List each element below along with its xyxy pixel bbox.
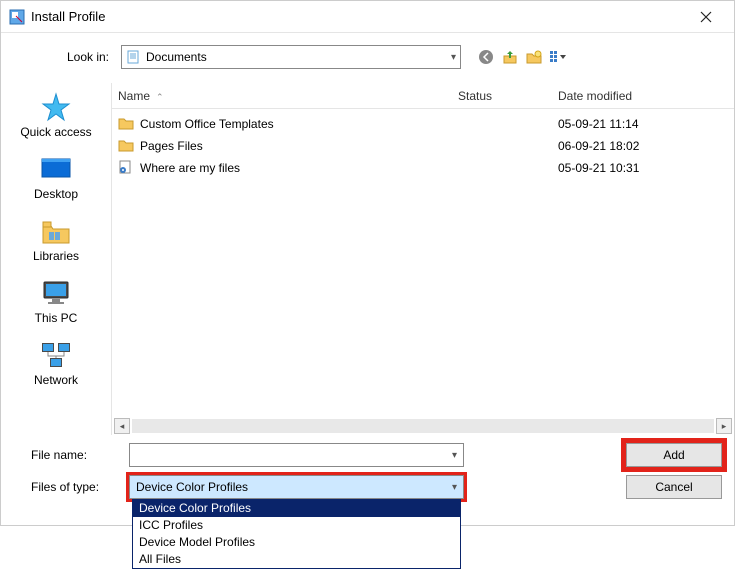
app-icon bbox=[9, 9, 25, 25]
file-date: 05-09-21 10:31 bbox=[558, 161, 728, 175]
file-row[interactable]: Custom Office Templates 05-09-21 11:14 bbox=[118, 113, 728, 135]
filetype-value: Device Color Profiles bbox=[136, 480, 248, 494]
file-row[interactable]: Pages Files 06-09-21 18:02 bbox=[118, 135, 728, 157]
file-list[interactable]: Custom Office Templates 05-09-21 11:14 Pag… bbox=[112, 109, 734, 417]
file-name: Where are my files bbox=[140, 161, 458, 175]
file-date: 05-09-21 11:14 bbox=[558, 117, 728, 131]
place-network[interactable]: Network bbox=[1, 339, 111, 387]
places-bar: Quick access Desktop Libraries This PC N… bbox=[1, 83, 111, 435]
file-name: Custom Office Templates bbox=[140, 117, 458, 131]
close-button[interactable] bbox=[686, 3, 726, 31]
documents-icon bbox=[126, 49, 142, 65]
filetype-label: Files of type: bbox=[11, 480, 129, 494]
chevron-down-icon: ▾ bbox=[451, 52, 456, 63]
lookin-toolbar bbox=[477, 48, 567, 66]
view-menu-icon[interactable] bbox=[549, 48, 567, 66]
filetype-combo[interactable]: Device Color Profiles ▾ bbox=[129, 475, 464, 499]
folder-icon bbox=[118, 115, 136, 133]
list-header[interactable]: Name ⌃ Status Date modified bbox=[112, 83, 734, 109]
chevron-down-icon: ▾ bbox=[452, 450, 457, 461]
window-title: Install Profile bbox=[31, 9, 686, 24]
desktop-icon bbox=[37, 153, 75, 185]
back-icon[interactable] bbox=[477, 48, 495, 66]
place-quick-access[interactable]: Quick access bbox=[1, 91, 111, 139]
libraries-icon bbox=[37, 215, 75, 247]
filename-input[interactable]: ▾ bbox=[129, 443, 464, 467]
file-list-pane: Name ⌃ Status Date modified Custom Office… bbox=[111, 83, 734, 435]
place-desktop[interactable]: Desktop bbox=[1, 153, 111, 201]
lookin-row: Look in: Documents ▾ bbox=[1, 33, 734, 83]
folder-icon bbox=[118, 137, 136, 155]
network-icon bbox=[37, 339, 75, 371]
filetype-option[interactable]: All Files bbox=[133, 551, 460, 568]
this-pc-icon bbox=[37, 277, 75, 309]
filename-label: File name: bbox=[11, 448, 129, 462]
file-date: 06-09-21 18:02 bbox=[558, 139, 728, 153]
place-this-pc[interactable]: This PC bbox=[1, 277, 111, 325]
lookin-combo[interactable]: Documents ▾ bbox=[121, 45, 461, 69]
scroll-track[interactable] bbox=[132, 419, 714, 433]
title-bar: Install Profile bbox=[1, 1, 734, 33]
col-date[interactable]: Date modified bbox=[558, 89, 728, 103]
col-name[interactable]: Name bbox=[118, 89, 150, 103]
file-icon bbox=[118, 159, 136, 177]
lookin-label: Look in: bbox=[11, 50, 121, 64]
chevron-down-icon: ▾ bbox=[452, 482, 457, 493]
cancel-button[interactable]: Cancel bbox=[626, 475, 722, 499]
file-row[interactable]: Where are my files 05-09-21 10:31 bbox=[118, 157, 728, 179]
filetype-option[interactable]: Device Color Profiles bbox=[133, 500, 460, 517]
filetype-option[interactable]: Device Model Profiles bbox=[133, 534, 460, 551]
horizontal-scrollbar[interactable]: ◂ ▸ bbox=[112, 417, 734, 435]
new-folder-icon[interactable] bbox=[525, 48, 543, 66]
filetype-dropdown[interactable]: Device Color ProfilesICC ProfilesDevice … bbox=[132, 499, 461, 569]
quick-access-icon bbox=[37, 91, 75, 123]
place-libraries[interactable]: Libraries bbox=[1, 215, 111, 263]
scroll-right-icon[interactable]: ▸ bbox=[716, 418, 732, 434]
col-status[interactable]: Status bbox=[458, 89, 558, 103]
file-name: Pages Files bbox=[140, 139, 458, 153]
add-button[interactable]: Add bbox=[626, 443, 722, 467]
sort-ascending-icon: ⌃ bbox=[156, 92, 164, 102]
scroll-left-icon[interactable]: ◂ bbox=[114, 418, 130, 434]
lookin-value: Documents bbox=[146, 50, 451, 64]
up-one-level-icon[interactable] bbox=[501, 48, 519, 66]
